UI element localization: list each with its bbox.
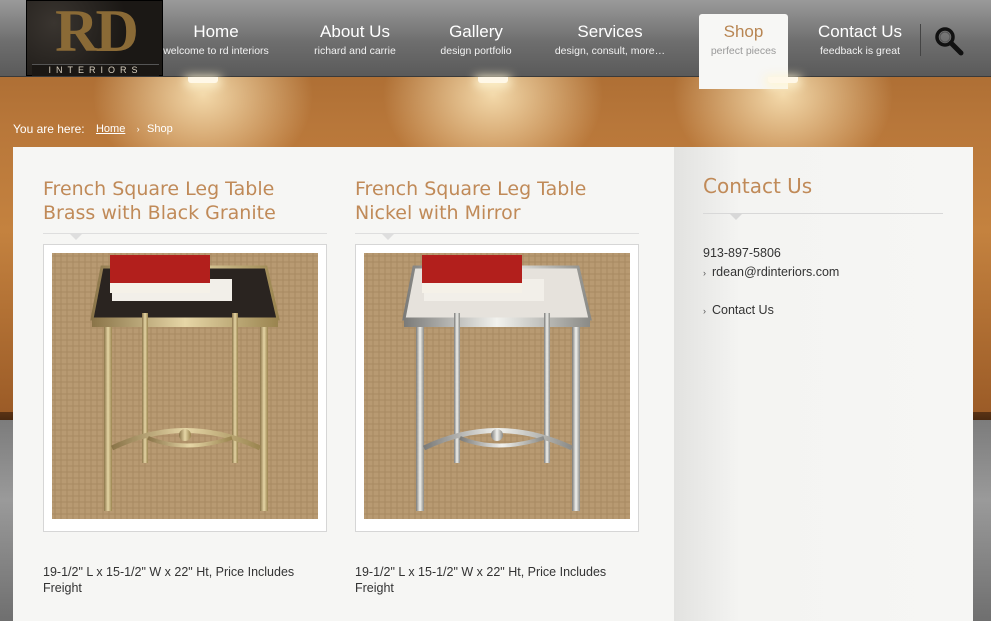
product-title-line: French Square Leg Table (355, 178, 587, 200)
contact-link-row: › Contact Us (703, 303, 774, 317)
product-card: French Square Leg Table Nickel with Mirr… (355, 177, 639, 240)
nav-sublabel: design portfolio (440, 45, 512, 57)
nav-sublabel: design, consult, more… (554, 45, 666, 57)
title-divider (355, 233, 639, 240)
contact-phone: 913-897-5806 (703, 246, 781, 260)
title-divider (43, 233, 327, 240)
product-image[interactable] (355, 244, 639, 532)
breadcrumb-separator-icon: › (136, 123, 140, 134)
nav-label: Home (193, 22, 239, 41)
nav-item-about[interactable]: About Us richard and carrie (300, 14, 410, 89)
product-description: 19-1/2" L x 15-1/2" W x 22" Ht, Price In… (355, 565, 607, 595)
contact-us-link[interactable]: Contact Us (712, 303, 774, 317)
brass-table-image (52, 253, 318, 519)
logo-subtitle: INTERIORS (32, 64, 159, 76)
nav-item-services[interactable]: Services design, consult, more… (548, 14, 672, 89)
ceiling-light (768, 77, 798, 83)
contact-email-row: › rdean@rdinteriors.com (703, 265, 839, 279)
nav-sublabel: richard and carrie (314, 45, 396, 57)
chevron-right-icon: › (703, 268, 706, 278)
site-header: RD INTERIORS Home welcome to rd interior… (0, 0, 991, 89)
nickel-table-image (364, 253, 630, 519)
nav-sublabel: perfect pieces (710, 45, 777, 57)
nav-label: About Us (320, 22, 390, 41)
nav-label: Gallery (449, 22, 503, 41)
chevron-right-icon: › (703, 306, 706, 316)
product-title-line: Nickel with Mirror (355, 202, 521, 224)
main-content: French Square Leg Table Brass with Black… (13, 147, 674, 621)
breadcrumb-home-link[interactable]: Home (96, 123, 125, 135)
search-icon[interactable] (933, 25, 965, 57)
product-description: 19-1/2" L x 15-1/2" W x 22" Ht, Price In… (43, 565, 295, 595)
breadcrumb-current: Shop (147, 122, 173, 135)
ceiling-light (478, 77, 508, 83)
product-title-line: French Square Leg Table (43, 178, 275, 200)
nav-sublabel: welcome to rd interiors (163, 45, 269, 57)
breadcrumb-prefix: You are here: (13, 121, 85, 136)
nav-divider (920, 24, 921, 56)
sidebar-title: Contact Us (703, 174, 813, 198)
nav-item-contact[interactable]: Contact Us feedback is great (806, 14, 914, 89)
product-title-line: Brass with Black Granite (43, 202, 276, 224)
nav-label: Contact Us (817, 22, 903, 41)
breadcrumb: You are here: Home › Shop (13, 121, 173, 136)
nav-label: Services (577, 22, 643, 41)
nav-item-gallery[interactable]: Gallery design portfolio (428, 14, 524, 89)
rd-interiors-logo[interactable]: RD INTERIORS (26, 0, 163, 76)
logo-mark: RD (55, 0, 139, 64)
nav-sublabel: feedback is great (820, 45, 900, 57)
product-title[interactable]: French Square Leg Table Brass with Black… (43, 177, 327, 233)
nav-label: Shop (723, 22, 764, 41)
product-card: French Square Leg Table Brass with Black… (43, 177, 327, 240)
sidebar-divider (703, 213, 943, 220)
product-image[interactable] (43, 244, 327, 532)
ceiling-light (188, 77, 218, 83)
contact-sidebar: Contact Us 913-897-5806 › rdean@rdinterio… (674, 147, 973, 621)
product-title[interactable]: French Square Leg Table Nickel with Mirr… (355, 177, 639, 233)
contact-email-link[interactable]: rdean@rdinteriors.com (712, 265, 839, 279)
